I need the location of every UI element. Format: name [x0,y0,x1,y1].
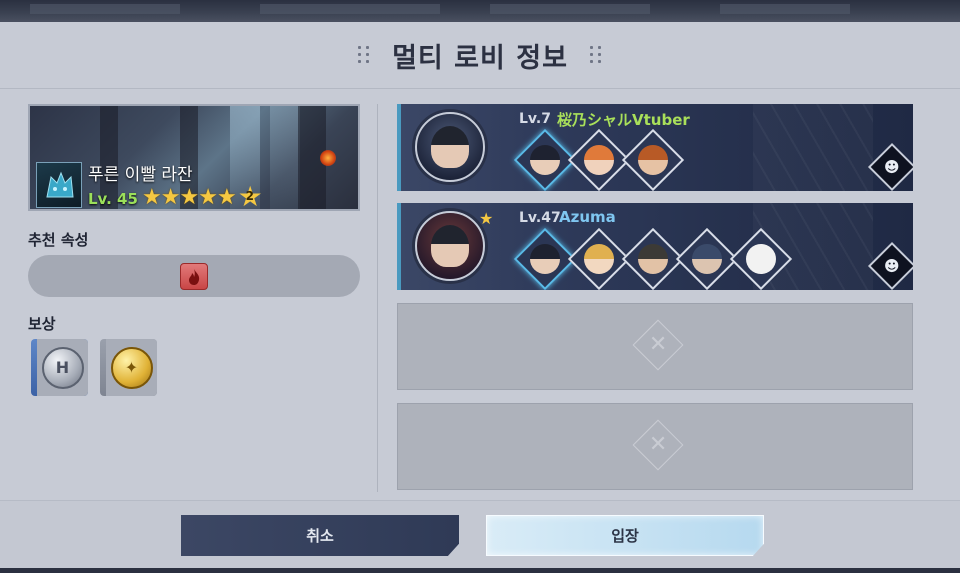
hero-lineup [513,227,793,290]
enter-button[interactable]: 입장 [486,515,764,556]
recommended-attribute-label: 추천 속성 [28,231,89,249]
star-icon: ★ [179,185,200,210]
bottom-edge [0,568,960,573]
boss-card[interactable]: 푸른 이빨 라잔 Lv. 45 ★ ★ ★ ★ ★ ★ 2 [28,104,360,211]
star-icon: ★ [198,185,218,210]
hero-portrait[interactable] [567,128,631,191]
hero-lineup [513,128,685,191]
star-icon: ★ [216,185,237,210]
player-name: Azuma [559,208,616,226]
star-badge: ★ 2 [238,183,264,210]
hero-portrait[interactable] [513,227,577,290]
boss-portrait [36,162,82,208]
player-slot-2[interactable]: ★ Lv.47 Azuma ☻ [397,203,913,290]
star-icon: ★ [160,185,181,210]
player-name: 桜乃シャルVtuber [557,111,690,129]
empty-slot-x-icon: ✕ [632,319,684,371]
star-icon: ★ [142,185,162,210]
player-avatar [415,211,485,281]
gold-coin-icon: ✦ [110,346,153,389]
leader-star-icon: ★ [479,209,494,228]
mask-icon: ☻ [867,241,913,290]
title-divider [0,88,960,89]
top-header-strip [0,0,960,22]
empty-slot-x-icon: ✕ [632,419,684,471]
fire-element-icon[interactable] [180,263,208,290]
hero-portrait[interactable] [675,227,739,290]
boss-level: Lv. 45 [88,190,138,208]
silver-coin-icon: H [41,346,84,389]
wolf-icon [46,171,74,198]
hero-portrait[interactable] [729,227,793,290]
page-title: 멀티 로비 정보 [392,42,568,74]
hero-portrait[interactable] [621,227,685,290]
hero-portrait[interactable] [513,128,577,191]
empty-player-slot[interactable]: ✕ [397,303,913,390]
player-slot-1[interactable]: Lv.7 桜乃シャルVtuber ☻ [397,104,913,191]
boss-star-rating: ★ ★ ★ ★ ★ ★ 2 [142,183,264,210]
grip-icon-left [358,46,370,64]
star-badge-count: 2 [245,189,255,203]
empty-player-slot[interactable]: ✕ [397,403,913,490]
mask-icon: ☻ [867,142,913,191]
player-avatar [415,112,485,182]
recommended-attribute-bar [28,255,360,297]
grip-icon-right [589,46,602,64]
reward-item[interactable]: H [31,339,88,396]
rewards-label: 보상 [28,315,56,333]
hero-portrait[interactable] [567,227,631,290]
button-bar [0,500,960,568]
reward-item[interactable]: ✦ [100,339,157,396]
torch-icon [320,150,336,166]
title-bar: 멀티 로비 정보 [0,30,960,80]
player-level: Lv.47 [519,210,561,226]
player-level: Lv.7 [519,111,551,127]
boss-name: 푸른 이빨 라잔 [88,165,193,185]
hero-portrait[interactable] [621,128,685,191]
cancel-button[interactable]: 취소 [181,515,459,556]
column-divider [377,104,378,492]
